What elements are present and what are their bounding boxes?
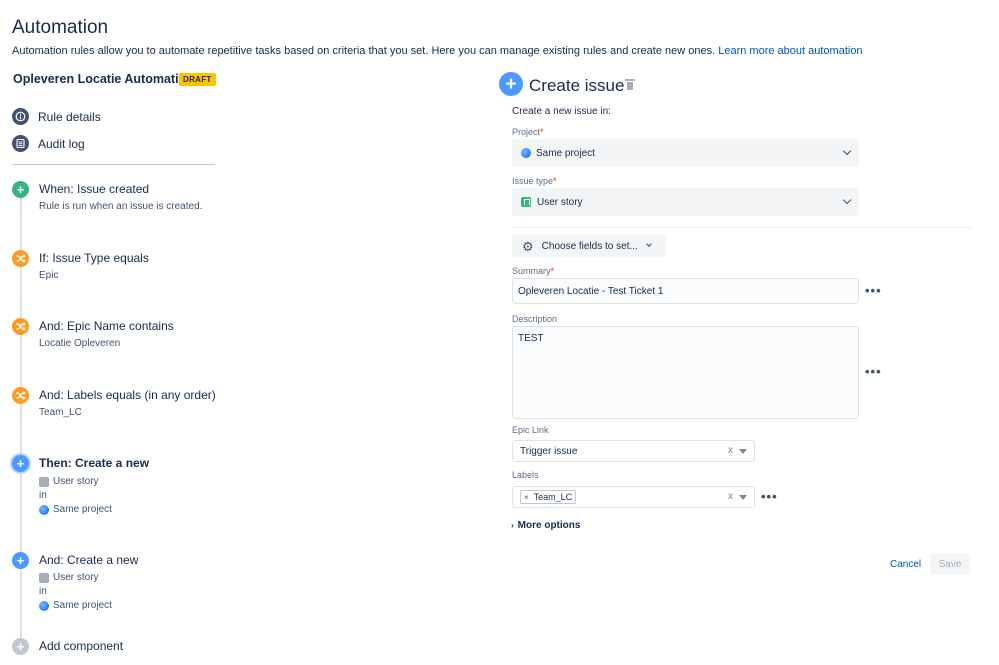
issue-type-select-value: User story bbox=[537, 196, 583, 208]
draft-badge: DRAFT bbox=[179, 73, 216, 86]
project-globe-icon bbox=[521, 148, 531, 158]
shuffle-icon bbox=[12, 318, 29, 335]
plus-icon: + bbox=[12, 181, 29, 198]
component-title: And: Create a new bbox=[39, 553, 139, 567]
trash-icon[interactable] bbox=[625, 79, 635, 90]
choose-fields-label: Choose fields to set... bbox=[541, 240, 638, 252]
component-issue-type: User story bbox=[39, 476, 99, 487]
component-title: And: Epic Name contains bbox=[39, 319, 174, 333]
component-value: Team_LC bbox=[39, 407, 82, 418]
component-title: Then: Create a new bbox=[39, 456, 150, 470]
chevron-down-icon bbox=[646, 241, 652, 247]
add-component-label: Add component bbox=[39, 639, 124, 653]
choose-fields-button[interactable]: ⚙ Choose fields to set... bbox=[512, 235, 666, 257]
summary-input[interactable]: Opleveren Locatie - Test Ticket 1 bbox=[512, 278, 859, 304]
description-label: Description bbox=[512, 314, 558, 324]
summary-more-button[interactable]: ••• bbox=[865, 284, 882, 297]
more-options-toggle[interactable]: › More options bbox=[511, 520, 580, 531]
rule-name: Opleveren Locatie Automation bbox=[13, 72, 194, 86]
plus-circle-icon: + bbox=[499, 72, 523, 96]
nav-rule-details[interactable]: Rule details bbox=[12, 108, 101, 125]
description-textarea[interactable]: TEST bbox=[512, 326, 859, 419]
description-more-button[interactable]: ••• bbox=[865, 365, 882, 378]
labels-more-button[interactable]: ••• bbox=[761, 490, 778, 503]
project-select-value: Same project bbox=[536, 147, 595, 159]
info-icon bbox=[12, 108, 29, 125]
labels-label: Labels bbox=[512, 470, 539, 480]
labels-select[interactable]: × Team_LC x bbox=[512, 486, 755, 508]
nav-divider bbox=[12, 164, 215, 165]
user-story-icon bbox=[39, 476, 49, 487]
page-intro: Automation rules allow you to automate r… bbox=[12, 45, 863, 57]
component-value: Epic bbox=[39, 270, 59, 281]
component-value: Locatie Opleveren bbox=[39, 338, 121, 349]
chevron-down-icon bbox=[842, 146, 852, 156]
chevron-down-icon bbox=[842, 195, 852, 205]
epic-link-select[interactable]: Trigger issue x bbox=[512, 440, 755, 462]
remove-tag-icon[interactable]: × bbox=[524, 493, 529, 502]
page-title: Automation bbox=[12, 17, 109, 38]
epic-link-value: Trigger issue bbox=[520, 445, 578, 457]
user-story-icon bbox=[39, 572, 49, 583]
clear-icon[interactable]: x bbox=[728, 491, 733, 502]
project-globe-icon bbox=[39, 504, 49, 515]
nav-audit-log[interactable]: Audit log bbox=[12, 135, 85, 152]
component-title: And: Labels equals (in any order) bbox=[39, 388, 216, 402]
nav-audit-log-label: Audit log bbox=[38, 136, 85, 151]
panel-divider bbox=[512, 227, 972, 228]
epic-link-label: Epic Link bbox=[512, 425, 549, 435]
shuffle-icon bbox=[12, 250, 29, 267]
intro-text: Automation rules allow you to automate r… bbox=[12, 45, 716, 57]
component-in-label: in bbox=[39, 586, 47, 597]
plus-icon: + bbox=[12, 552, 29, 569]
plus-icon: + bbox=[12, 638, 29, 655]
shuffle-icon bbox=[12, 387, 29, 404]
dropdown-arrow-icon[interactable] bbox=[739, 495, 747, 500]
clear-icon[interactable]: x bbox=[728, 445, 733, 456]
component-description: Rule is run when an issue is created. bbox=[39, 201, 203, 212]
issue-type-label: Issue type* bbox=[512, 176, 557, 186]
project-select[interactable]: Same project bbox=[512, 139, 859, 167]
save-button[interactable]: Save bbox=[930, 553, 970, 575]
dropdown-arrow-icon[interactable] bbox=[739, 449, 747, 454]
component-title: If: Issue Type equals bbox=[39, 251, 149, 265]
list-icon bbox=[12, 135, 29, 152]
project-label: Project* bbox=[512, 127, 544, 137]
plus-icon: + bbox=[12, 455, 29, 472]
component-in-label: in bbox=[39, 490, 47, 501]
label-tag-value: Team_LC bbox=[533, 492, 573, 502]
gear-icon: ⚙ bbox=[522, 238, 534, 254]
nav-rule-details-label: Rule details bbox=[38, 109, 101, 124]
component-project: Same project bbox=[39, 504, 112, 515]
summary-value: Opleveren Locatie - Test Ticket 1 bbox=[518, 285, 664, 297]
learn-more-link[interactable]: Learn more about automation bbox=[718, 45, 862, 57]
issue-type-select[interactable]: User story bbox=[512, 188, 859, 216]
component-title: When: Issue created bbox=[39, 182, 150, 196]
create-in-label: Create a new issue in: bbox=[512, 106, 611, 117]
more-options-label: More options bbox=[517, 520, 581, 531]
summary-label: Summary* bbox=[512, 266, 555, 276]
label-tag: × Team_LC bbox=[520, 490, 577, 504]
create-issue-panel: + Create issue Create a new issue in: Pr… bbox=[499, 72, 974, 662]
cancel-button[interactable]: Cancel bbox=[879, 553, 932, 575]
description-value: TEST bbox=[518, 333, 544, 344]
chevron-right-icon: › bbox=[511, 521, 514, 530]
project-globe-icon bbox=[39, 600, 49, 611]
component-project: Same project bbox=[39, 600, 112, 611]
user-story-icon bbox=[521, 197, 531, 207]
panel-title: Create issue bbox=[529, 76, 625, 95]
component-issue-type: User story bbox=[39, 572, 99, 583]
